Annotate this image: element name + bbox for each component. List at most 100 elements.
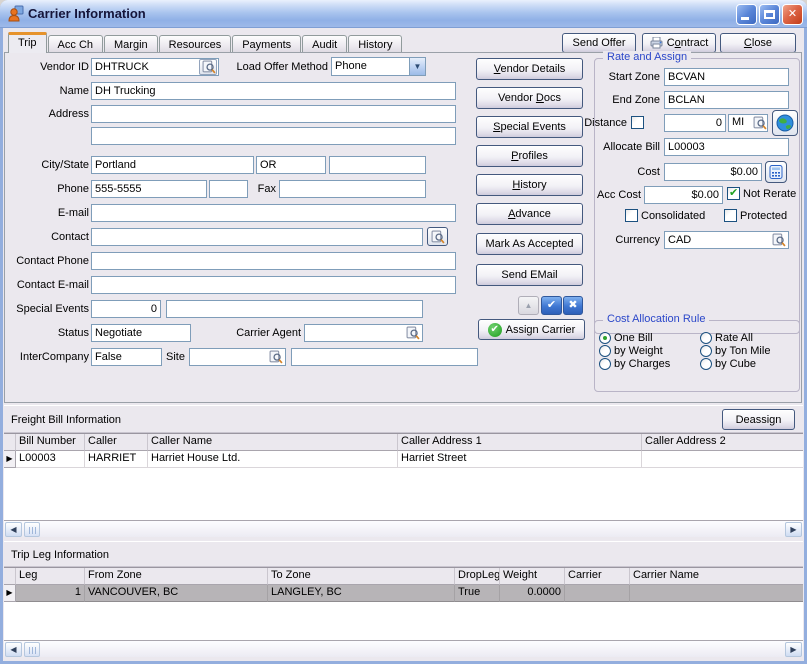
close-window-button[interactable]: ✕ — [782, 4, 803, 25]
acc-cost-input[interactable] — [644, 186, 723, 204]
minimize-button[interactable] — [736, 4, 757, 25]
trip-leg-hscrollbar[interactable]: ◀ ▶ — [4, 640, 803, 657]
mark-as-accepted-button[interactable]: Mark As Accepted — [476, 233, 583, 255]
radio-by-ton-mile[interactable] — [700, 345, 712, 357]
chevron-down-icon[interactable]: ▼ — [409, 58, 425, 75]
column-header[interactable]: Caller Address 2 — [642, 434, 803, 451]
tab-resources[interactable]: Resources — [159, 35, 232, 53]
phone-input[interactable] — [91, 180, 207, 198]
confirm-button[interactable]: ✔ — [541, 296, 562, 315]
carrier-agent-lookup-icon[interactable] — [406, 326, 420, 340]
scroll-right-icon[interactable]: ▶ — [785, 522, 802, 537]
status-input[interactable] — [91, 324, 191, 342]
distance-unit-lookup-icon[interactable] — [753, 116, 767, 130]
currency-input[interactable] — [664, 231, 789, 249]
column-header[interactable]: Bill Number — [16, 434, 85, 451]
protected-checkbox[interactable] — [724, 209, 737, 222]
scrollbar-thumb[interactable] — [24, 642, 40, 657]
advance-button[interactable]: Advance — [476, 203, 583, 225]
tab-audit[interactable]: Audit — [302, 35, 347, 53]
distance-input[interactable] — [664, 114, 726, 132]
tab-history[interactable]: History — [348, 35, 402, 53]
address2-input[interactable] — [91, 127, 456, 145]
site-name-input[interactable] — [291, 348, 478, 366]
rate-and-assign-title: Rate and Assign — [603, 51, 691, 63]
site-lookup-icon[interactable] — [269, 350, 283, 364]
tab-acc-ch[interactable]: Acc Ch — [48, 35, 103, 53]
column-header[interactable]: Carrier — [565, 568, 630, 585]
send-email-button[interactable]: Send EMail — [476, 264, 583, 286]
column-header[interactable]: Leg — [16, 568, 85, 585]
scroll-left-icon[interactable]: ◀ — [5, 642, 22, 657]
column-header[interactable]: From Zone — [85, 568, 268, 585]
end-zone-input[interactable] — [664, 91, 789, 109]
radio-by-weight[interactable] — [599, 345, 611, 357]
contract-button[interactable]: Contract — [642, 33, 716, 53]
history-button[interactable]: History — [476, 174, 583, 196]
fax-input[interactable] — [279, 180, 426, 198]
contact-lookup-button[interactable] — [427, 227, 448, 246]
column-header[interactable]: Caller — [85, 434, 148, 451]
column-header[interactable]: Caller Name — [148, 434, 398, 451]
send-offer-button[interactable]: Send Offer — [562, 33, 636, 53]
cell-leg: 1 — [16, 585, 85, 602]
deassign-button[interactable]: Deassign — [722, 409, 795, 430]
currency-lookup-icon[interactable] — [772, 233, 786, 247]
distance-unit-field[interactable]: MI — [728, 114, 768, 132]
distance-checkbox[interactable] — [631, 116, 644, 129]
name-input[interactable] — [91, 82, 456, 100]
start-zone-input[interactable] — [664, 68, 789, 86]
tab-margin[interactable]: Margin — [104, 35, 158, 53]
special-events-count-input[interactable] — [91, 300, 161, 318]
zip-input[interactable] — [329, 156, 426, 174]
email-input[interactable] — [91, 204, 456, 222]
special-events-desc-input[interactable] — [166, 300, 423, 318]
consolidated-checkbox[interactable] — [625, 209, 638, 222]
load-offer-method-select[interactable]: Phone ▼ — [331, 57, 426, 76]
allocate-bill-label: Allocate Bill — [594, 141, 660, 153]
cost-input[interactable] — [664, 163, 762, 181]
contact-input[interactable] — [91, 228, 423, 246]
radio-one-bill[interactable] — [599, 332, 611, 344]
send-email-label: Send EMail — [501, 269, 557, 281]
allocate-bill-input[interactable] — [664, 138, 789, 156]
not-rerate-checkbox[interactable] — [727, 187, 740, 200]
load-offer-method-value: Phone — [335, 60, 367, 72]
city-input[interactable] — [91, 156, 254, 174]
address1-input[interactable] — [91, 105, 456, 123]
freight-bill-row[interactable]: ▶ L00003 HARRIET Harriet House Ltd. Harr… — [4, 451, 803, 468]
assign-carrier-button[interactable]: ✔ Assign Carrier — [478, 319, 585, 340]
scrollbar-thumb[interactable] — [24, 522, 40, 537]
tab-trip[interactable]: Trip — [8, 32, 47, 53]
radio-rate-all[interactable] — [700, 332, 712, 344]
contact-email-input[interactable] — [91, 276, 456, 294]
column-header[interactable]: DropLeg — [455, 568, 500, 585]
column-header[interactable]: Weight — [500, 568, 565, 585]
tab-payments[interactable]: Payments — [232, 35, 301, 53]
scroll-left-icon[interactable]: ◀ — [5, 522, 22, 537]
radio-by-cube[interactable] — [700, 358, 712, 370]
close-button[interactable]: Close — [720, 33, 796, 53]
contact-phone-input[interactable] — [91, 252, 456, 270]
mileage-globe-button[interactable] — [772, 110, 798, 136]
rate-calculator-button[interactable] — [765, 161, 787, 183]
maximize-button[interactable] — [759, 4, 780, 25]
scroll-right-icon[interactable]: ▶ — [785, 642, 802, 657]
assign-check-icon: ✔ — [488, 323, 502, 337]
trip-leg-row[interactable]: ▶ 1 VANCOUVER, BC LANGLEY, BC True 0.000… — [4, 585, 803, 602]
vendor-details-button[interactable]: Vendor Details — [476, 58, 583, 80]
column-header[interactable]: To Zone — [268, 568, 455, 585]
freight-bill-hscrollbar[interactable]: ◀ ▶ — [4, 520, 803, 537]
column-header[interactable]: Carrier Name — [630, 568, 803, 585]
mark-as-accepted-label: Mark As Accepted — [485, 238, 573, 250]
column-header[interactable]: Caller Address 1 — [398, 434, 642, 451]
vendor-docs-button[interactable]: Vendor Docs — [476, 87, 583, 109]
radio-by-charges[interactable] — [599, 358, 611, 370]
collapse-up-button[interactable]: ▲ — [518, 296, 539, 315]
title-bar[interactable]: Carrier Information ✕ — [0, 0, 807, 28]
special-events-btn-label: Special Events — [493, 121, 566, 133]
distance-label: Distance — [563, 117, 627, 129]
state-input[interactable] — [256, 156, 326, 174]
cancel-button[interactable]: ✖ — [563, 296, 583, 315]
profiles-button[interactable]: Profiles — [476, 145, 583, 167]
